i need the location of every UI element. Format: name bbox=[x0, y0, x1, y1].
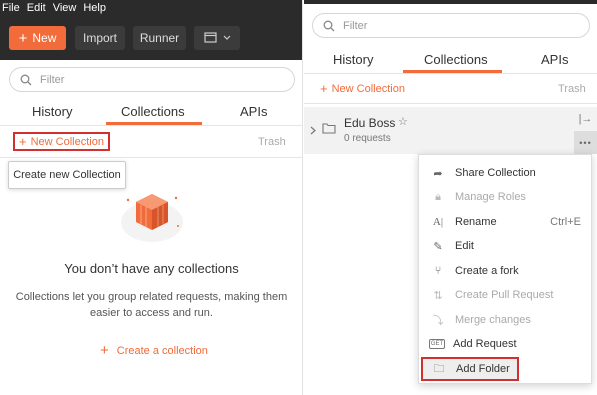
menu-item-label: Rename bbox=[455, 216, 497, 228]
tab-apis[interactable]: APIs bbox=[240, 104, 267, 119]
search-icon bbox=[323, 20, 335, 31]
trash-link[interactable]: Trash bbox=[258, 136, 286, 148]
menu-item-rename[interactable]: A| Rename Ctrl+E bbox=[419, 210, 591, 234]
menu-item-manage-roles: 🔒︎ Manage Roles bbox=[419, 185, 591, 209]
expand-panel-icon[interactable]: |→ bbox=[574, 107, 597, 131]
get-request-icon: GET bbox=[429, 339, 445, 349]
left-panel: File Edit View Help + New Import Runner … bbox=[0, 0, 303, 395]
merge-icon: ⤵ bbox=[432, 315, 444, 327]
empty-description-line2: easier to access and run. bbox=[90, 307, 213, 319]
menu-edit[interactable]: Edit bbox=[27, 0, 46, 16]
new-collection-button[interactable]: + New Collection bbox=[320, 82, 405, 95]
chevron-right-icon bbox=[310, 126, 316, 135]
pencil-icon: ✎ bbox=[433, 240, 443, 253]
new-collection-label: New Collection bbox=[331, 82, 405, 95]
import-button-label: Import bbox=[82, 31, 117, 45]
create-collection-link[interactable]: + Create a collection bbox=[100, 343, 208, 358]
new-collection-button[interactable]: + New Collection bbox=[13, 132, 110, 151]
plus-icon: + bbox=[19, 134, 27, 149]
menu-item-shortcut: Ctrl+E bbox=[550, 216, 581, 228]
create-collection-label: Create a collection bbox=[116, 344, 208, 357]
folder-icon bbox=[322, 123, 336, 134]
tooltip: Create new Collection bbox=[8, 161, 126, 189]
tab-history[interactable]: History bbox=[333, 52, 373, 67]
menu-item-create-pull-request: ⇅ Create Pull Request bbox=[419, 283, 591, 307]
header-divider bbox=[304, 103, 597, 104]
plus-icon: + bbox=[18, 29, 28, 47]
header-divider bbox=[0, 157, 302, 158]
menu-help[interactable]: Help bbox=[83, 0, 106, 16]
menu-item-add-request[interactable]: GET Add Request bbox=[419, 332, 591, 356]
search-icon bbox=[20, 74, 32, 85]
new-window-icon bbox=[203, 32, 217, 43]
menu-item-share-collection[interactable]: ➦ Share Collection bbox=[419, 161, 591, 185]
menu-item-label: Add Request bbox=[453, 338, 517, 350]
collection-count: 0 requests bbox=[344, 133, 391, 144]
tab-collections[interactable]: Collections bbox=[121, 104, 185, 119]
new-button[interactable]: + New bbox=[9, 26, 66, 50]
context-menu: ➦ Share Collection 🔒︎ Manage Roles A| Re… bbox=[418, 154, 592, 384]
menu-file[interactable]: File bbox=[2, 0, 20, 16]
pull-request-icon: ⇅ bbox=[433, 289, 443, 302]
menu-bar: File Edit View Help bbox=[0, 0, 302, 16]
toolbar: + New Import Runner bbox=[0, 16, 302, 60]
folder-add-icon: 🗀︎ bbox=[433, 362, 445, 375]
menu-item-label: Create a fork bbox=[455, 265, 519, 277]
runner-button-label: Runner bbox=[139, 31, 180, 45]
new-collection-label: New Collection bbox=[30, 135, 104, 148]
menu-item-merge-changes: ⤵ Merge changes bbox=[419, 308, 591, 332]
new-button-label: New bbox=[32, 31, 57, 45]
right-panel: Filter History Collections APIs + New Co… bbox=[304, 0, 597, 395]
fork-icon: ⑂ bbox=[434, 265, 442, 277]
plus-icon: + bbox=[100, 342, 109, 359]
new-window-button[interactable] bbox=[194, 26, 240, 50]
menu-item-label: Add Folder bbox=[456, 363, 510, 375]
tab-apis[interactable]: APIs bbox=[541, 52, 568, 67]
menu-view[interactable]: View bbox=[53, 0, 77, 16]
more-options-icon[interactable]: ••• bbox=[574, 131, 597, 154]
collection-name: Edu Boss bbox=[344, 116, 396, 130]
tab-history[interactable]: History bbox=[32, 104, 72, 119]
trash-link[interactable]: Trash bbox=[558, 83, 586, 95]
star-icon[interactable]: ☆ bbox=[398, 115, 408, 128]
lock-icon: 🔒︎ bbox=[435, 190, 441, 203]
menu-item-label: Merge changes bbox=[455, 314, 531, 326]
plus-icon: + bbox=[320, 81, 328, 96]
empty-title: You don’t have any collections bbox=[64, 261, 239, 276]
menu-item-label: Share Collection bbox=[455, 167, 536, 179]
filter-placeholder: Filter bbox=[343, 19, 368, 32]
top-dark-strip bbox=[304, 0, 597, 4]
filter-input[interactable]: Filter bbox=[9, 67, 295, 92]
tab-collections[interactable]: Collections bbox=[424, 52, 488, 67]
rename-icon: A| bbox=[432, 216, 444, 228]
runner-button[interactable]: Runner bbox=[133, 26, 186, 50]
menu-item-edit[interactable]: ✎ Edit bbox=[419, 234, 591, 258]
menu-item-label: Manage Roles bbox=[455, 191, 526, 203]
tab-divider bbox=[0, 125, 302, 126]
menu-item-add-folder[interactable]: 🗀︎ Add Folder bbox=[421, 357, 519, 381]
menu-item-label: Edit bbox=[455, 240, 474, 252]
empty-description-line1: Collections let you group related reques… bbox=[15, 291, 288, 303]
share-icon: ➦ bbox=[433, 167, 443, 180]
import-button[interactable]: Import bbox=[75, 26, 125, 50]
box-icon bbox=[121, 194, 183, 242]
chevron-down-icon bbox=[223, 35, 230, 40]
filter-input[interactable]: Filter bbox=[312, 13, 590, 38]
collection-illustration bbox=[118, 186, 186, 242]
menu-item-label: Create Pull Request bbox=[455, 289, 554, 301]
collection-row[interactable]: Edu Boss ☆ 0 requests |→ ••• bbox=[304, 107, 597, 154]
menu-item-create-fork[interactable]: ⑂ Create a fork bbox=[419, 259, 591, 283]
tab-divider bbox=[304, 73, 597, 74]
filter-placeholder: Filter bbox=[40, 73, 65, 86]
